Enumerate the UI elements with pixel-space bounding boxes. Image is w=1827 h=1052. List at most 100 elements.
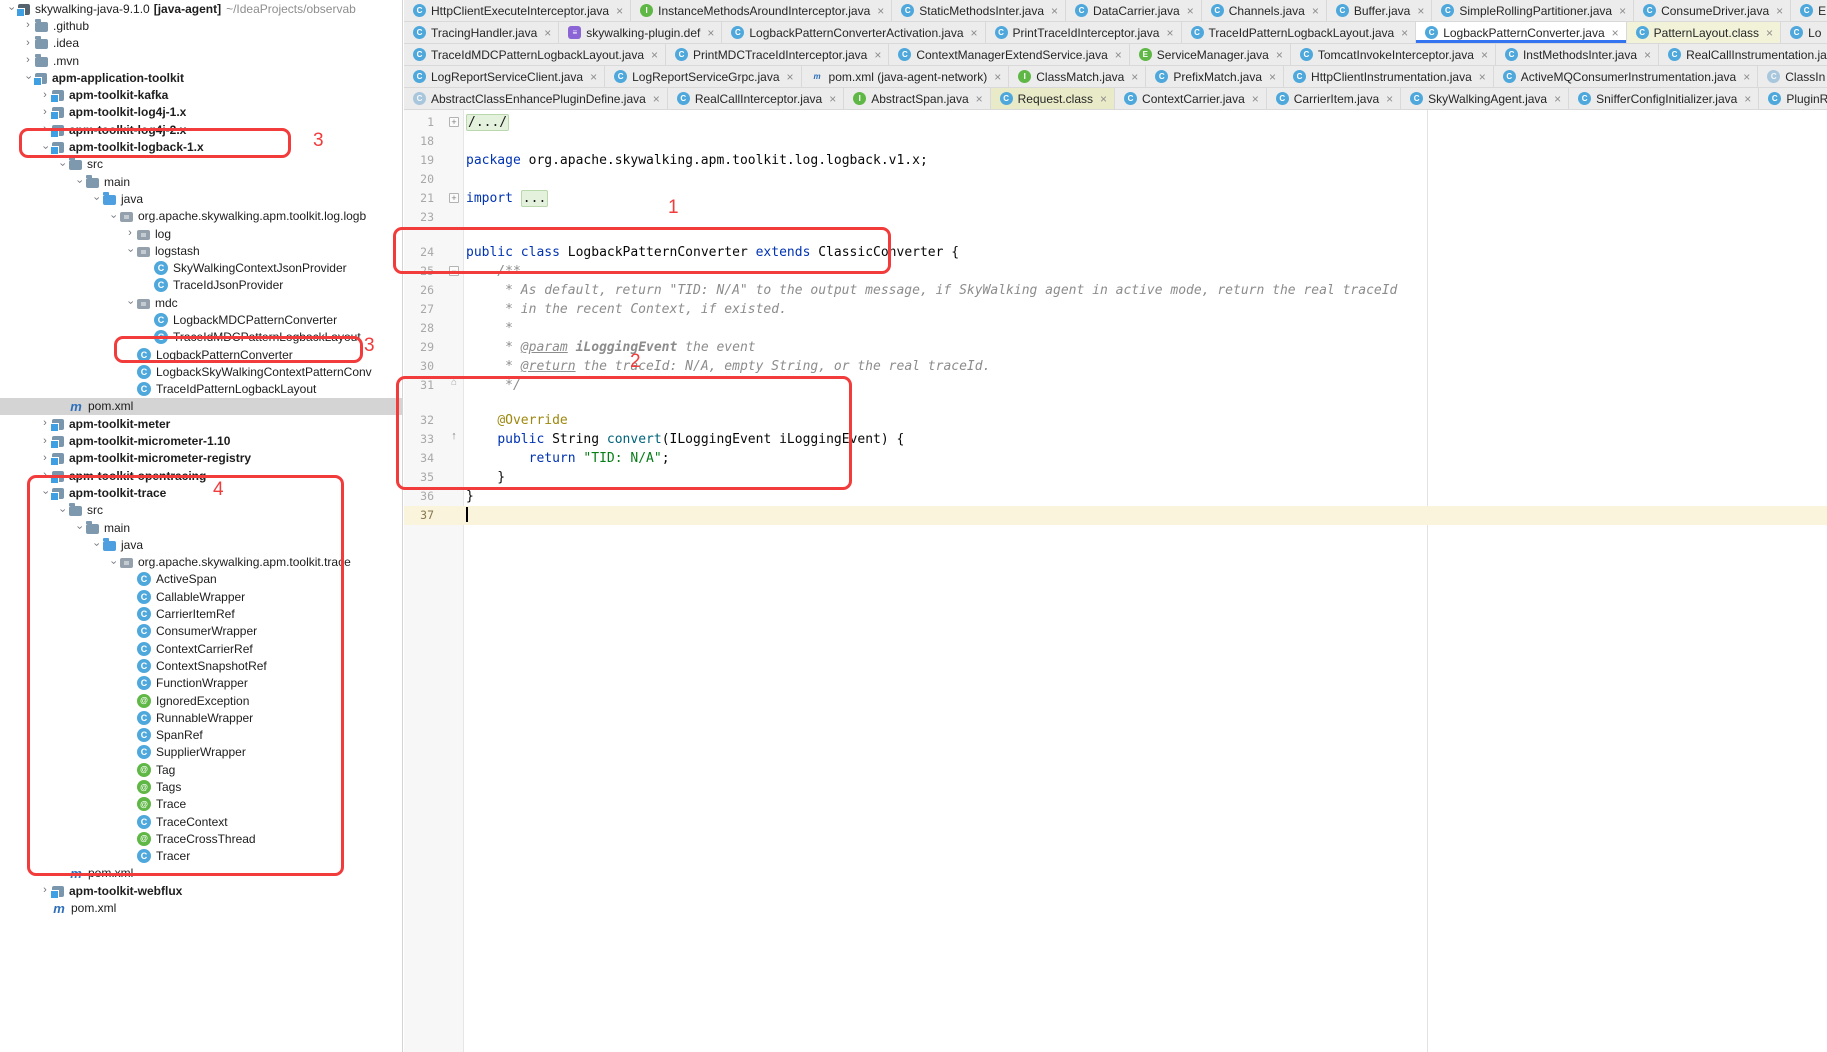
tree-item-src[interactable]: ›src	[0, 156, 402, 173]
tab-tomcatinvokeinterceptor-java[interactable]: CTomcatInvokeInterceptor.java×	[1291, 44, 1496, 65]
close-icon[interactable]: ×	[1276, 49, 1283, 61]
tree-item-apm-toolkit-micrometer-registry[interactable]: ›apm-toolkit-micrometer-registry	[0, 450, 402, 467]
tab-staticmethodsinter-java[interactable]: CStaticMethodsInter.java×	[892, 0, 1066, 21]
close-icon[interactable]: ×	[1612, 27, 1619, 39]
tree-item-java[interactable]: ›java	[0, 190, 402, 207]
tree-item-tracer[interactable]: CTracer	[0, 848, 402, 865]
tab-printtraceidinterceptor-java[interactable]: CPrintTraceIdInterceptor.java×	[986, 22, 1182, 43]
tree-item-log[interactable]: ›log	[0, 225, 402, 242]
close-icon[interactable]: ×	[1131, 71, 1138, 83]
close-icon[interactable]: ×	[1386, 93, 1393, 105]
tab-patternlayout-class[interactable]: CPatternLayout.class×	[1627, 22, 1781, 43]
tab-abstractclassenhanceplugindefine-java[interactable]: CAbstractClassEnhancePluginDefine.java×	[404, 88, 668, 109]
tree-item-apm-toolkit-log4j-1-x[interactable]: ›apm-toolkit-log4j-1.x	[0, 104, 402, 121]
tree-item-apm-toolkit-trace[interactable]: ›apm-toolkit-trace	[0, 484, 402, 501]
tree-item-apm-toolkit-micrometer-1-10[interactable]: ›apm-toolkit-micrometer-1.10	[0, 432, 402, 449]
close-icon[interactable]: ×	[1743, 71, 1750, 83]
close-icon[interactable]: ×	[1312, 5, 1319, 17]
tree-item-trace[interactable]: @Trace	[0, 796, 402, 813]
code-line-29[interactable]: 29 * @param iLoggingEvent the event	[404, 338, 1827, 357]
tree-item-apm-toolkit-opentracing[interactable]: ›apm-toolkit-opentracing	[0, 467, 402, 484]
close-icon[interactable]: ×	[1401, 27, 1408, 39]
tree-item-org-apache-skywalking-apm-toolkit-log-logb[interactable]: ›org.apache.skywalking.apm.toolkit.log.l…	[0, 208, 402, 225]
close-icon[interactable]: ×	[590, 71, 597, 83]
tree-item-tracecrossthread[interactable]: @TraceCrossThread	[0, 830, 402, 847]
tab-httpclientexecuteinterceptor-java[interactable]: CHttpClientExecuteInterceptor.java×	[404, 0, 631, 21]
close-icon[interactable]: ×	[1554, 93, 1561, 105]
tab-instmethodsinter-java[interactable]: CInstMethodsInter.java×	[1496, 44, 1659, 65]
close-icon[interactable]: ×	[1766, 27, 1773, 39]
tab-traceidmdcpatternlogbacklayout-java[interactable]: CTraceIdMDCPatternLogbackLayout.java×	[404, 44, 666, 65]
code-line-36[interactable]: 36}	[404, 487, 1827, 506]
close-icon[interactable]: ×	[1479, 71, 1486, 83]
line-number[interactable]: 36	[404, 487, 464, 506]
close-icon[interactable]: ×	[874, 49, 881, 61]
chevron-collapsed-icon[interactable]: ›	[21, 38, 35, 49]
tab-realcallinstrumentation-java[interactable]: CRealCallInstrumentation.java	[1659, 44, 1827, 65]
close-icon[interactable]: ×	[1187, 5, 1194, 17]
code-line-26[interactable]: 26 * As default, return "TID: N/A" to th…	[404, 281, 1827, 300]
fold-override-icon[interactable]: ↑	[449, 432, 459, 442]
tree-item-spanref[interactable]: CSpanRef	[0, 726, 402, 743]
tab-skywalkingagent-java[interactable]: CSkyWalkingAgent.java×	[1401, 88, 1569, 109]
code-line-32[interactable]: 32 @Override	[404, 411, 1827, 430]
tab-classmatch-java[interactable]: IClassMatch.java×	[1009, 66, 1146, 87]
tree-item-apm-toolkit-logback-1-x[interactable]: ›apm-toolkit-logback-1.x	[0, 138, 402, 155]
code-line-23[interactable]: 23	[404, 208, 1827, 227]
chevron-collapsed-icon[interactable]: ›	[123, 228, 137, 239]
close-icon[interactable]: ×	[1269, 71, 1276, 83]
fold-plus-icon[interactable]: +	[449, 193, 459, 203]
tab-classin[interactable]: CClassIn	[1758, 66, 1827, 87]
tab-logreportserviceclient-java[interactable]: CLogReportServiceClient.java×	[404, 66, 605, 87]
close-icon[interactable]: ×	[1481, 49, 1488, 61]
chevron-expanded-icon[interactable]: ›	[125, 296, 136, 310]
chevron-expanded-icon[interactable]: ›	[91, 192, 102, 206]
tree-item-main[interactable]: ›main	[0, 173, 402, 190]
tree-item-supplierwrapper[interactable]: CSupplierWrapper	[0, 744, 402, 761]
tree-item-callablewrapper[interactable]: CCallableWrapper	[0, 588, 402, 605]
code-line-31[interactable]: 31⌂ */	[404, 376, 1827, 395]
tree-item-main[interactable]: ›main	[0, 519, 402, 536]
tab-request-class[interactable]: CRequest.class×	[991, 88, 1115, 109]
tab-contextcarrier-java[interactable]: CContextCarrier.java×	[1115, 88, 1267, 109]
chevron-expanded-icon[interactable]: ›	[108, 555, 119, 569]
tree-item-apm-toolkit-meter[interactable]: ›apm-toolkit-meter	[0, 415, 402, 432]
code-line-18[interactable]: 18	[404, 132, 1827, 151]
code-line-25[interactable]: 25− /**	[404, 262, 1827, 281]
tab-logbackpatternconverteractivation-java[interactable]: CLogbackPatternConverterActivation.java×	[722, 22, 985, 43]
close-icon[interactable]: ×	[994, 71, 1001, 83]
tree-item-activespan[interactable]: CActiveSpan	[0, 571, 402, 588]
tree-item-mdc[interactable]: ›mdc	[0, 294, 402, 311]
chevron-expanded-icon[interactable]: ›	[6, 2, 17, 16]
code-line-24[interactable]: 24public class LogbackPatternConverter e…	[404, 243, 1827, 262]
line-number[interactable]: 28	[404, 319, 464, 338]
tab-instancemethodsaroundinterceptor-java[interactable]: IInstanceMethodsAroundInterceptor.java×	[631, 0, 892, 21]
close-icon[interactable]: ×	[1776, 5, 1783, 17]
code-line-30[interactable]: 30 * @return the traceId: N/A, empty Str…	[404, 357, 1827, 376]
close-icon[interactable]: ×	[1100, 93, 1107, 105]
tab-pom-xml-java-agent-network[interactable]: mpom.xml (java-agent-network)×	[802, 66, 1010, 87]
close-icon[interactable]: ×	[544, 27, 551, 39]
tree-item-traceidmdcpatternlogbacklayout[interactable]: CTraceIdMDCPatternLogbackLayout	[0, 329, 402, 346]
tab-tracinghandler-java[interactable]: CTracingHandler.java×	[404, 22, 559, 43]
tab-servicemanager-java[interactable]: EServiceManager.java×	[1130, 44, 1291, 65]
chevron-expanded-icon[interactable]: ›	[74, 175, 85, 189]
line-number[interactable]: 24	[404, 243, 464, 262]
code-line-34[interactable]: 34 return "TID: N/A";	[404, 449, 1827, 468]
tree-item-tags[interactable]: @Tags	[0, 778, 402, 795]
tree-item-contextcarrierref[interactable]: CContextCarrierRef	[0, 640, 402, 657]
tree-item-logbackmdcpatternconverter[interactable]: CLogbackMDCPatternConverter	[0, 311, 402, 328]
chevron-collapsed-icon[interactable]: ›	[21, 20, 35, 31]
close-icon[interactable]: ×	[1252, 93, 1259, 105]
tree-item-ignoredexception[interactable]: @IgnoredException	[0, 692, 402, 709]
code-line-27[interactable]: 27 * in the recent Context, if existed.	[404, 300, 1827, 319]
tree-item-idea[interactable]: ›.idea	[0, 35, 402, 52]
chevron-collapsed-icon[interactable]: ›	[21, 55, 35, 66]
tree-item-pom-xml[interactable]: mpom.xml	[0, 398, 402, 415]
tab-lo[interactable]: CLo	[1781, 22, 1827, 43]
line-number[interactable]: 23	[404, 208, 464, 227]
code-line-33[interactable]: 33↑ public String convert(ILoggingEvent …	[404, 430, 1827, 449]
tree-item-tag[interactable]: @Tag	[0, 761, 402, 778]
tree-item-tracecontext[interactable]: CTraceContext	[0, 813, 402, 830]
chevron-expanded-icon[interactable]: ›	[57, 503, 68, 517]
